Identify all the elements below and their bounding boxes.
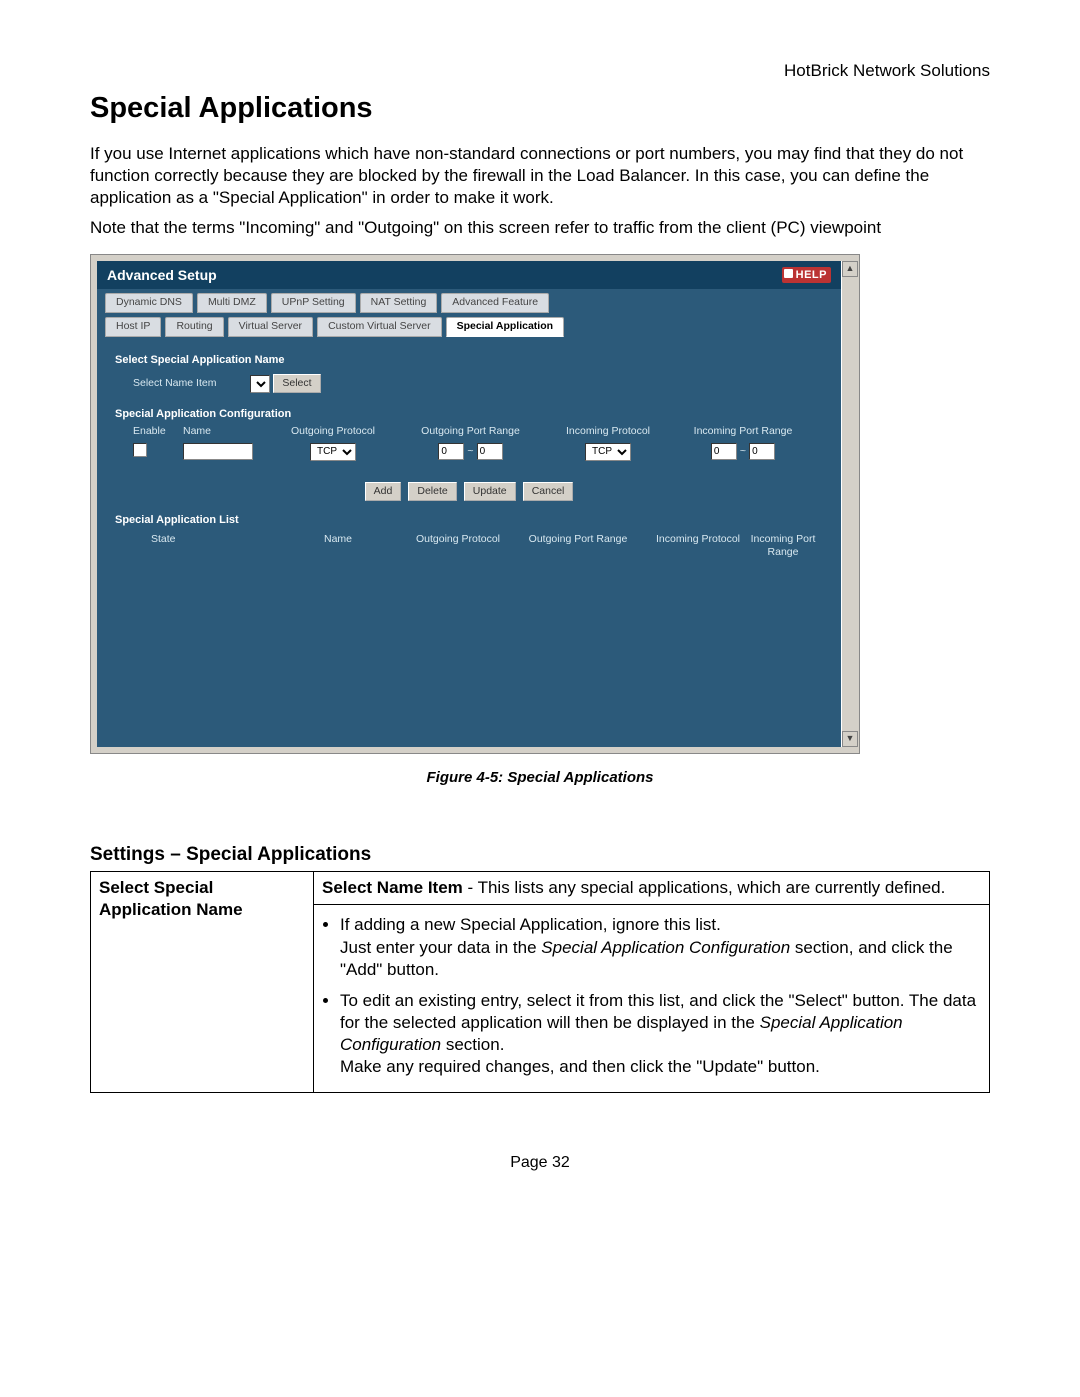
- table-cell-label: Select Special Application Name: [91, 872, 314, 1093]
- col-head-outrange: Outgoing Port Range: [393, 425, 548, 439]
- intro-paragraph-2: Note that the terms "Incoming" and "Outg…: [90, 217, 990, 239]
- tab-nat-setting[interactable]: NAT Setting: [360, 293, 438, 313]
- list-item: To edit an existing entry, select it fro…: [340, 990, 981, 1078]
- list-head-name: Name: [263, 533, 413, 560]
- select-name-label: Select Name Item: [133, 377, 216, 391]
- cancel-button[interactable]: Cancel: [523, 482, 574, 501]
- section-config: Special Application Configuration: [115, 407, 823, 421]
- help-button[interactable]: HELP: [782, 267, 831, 283]
- list-head-inproto: Incoming Protocol: [653, 533, 743, 560]
- name-input[interactable]: [183, 443, 253, 460]
- table-cell-bullets: If adding a new Special Application, ign…: [314, 905, 990, 1093]
- section-select-name: Select Special Application Name: [115, 353, 823, 367]
- select-name-dropdown[interactable]: [250, 375, 270, 393]
- tab-routing[interactable]: Routing: [165, 317, 223, 337]
- tab-virtual-server[interactable]: Virtual Server: [228, 317, 313, 337]
- col-head-enable: Enable: [133, 425, 183, 439]
- figure-caption: Figure 4-5: Special Applications: [90, 768, 990, 788]
- page-number: Page 32: [90, 1153, 990, 1174]
- enable-checkbox[interactable]: [133, 443, 147, 457]
- section-list: Special Application List: [115, 513, 823, 527]
- select-button[interactable]: Select: [273, 374, 320, 393]
- list-head-outproto: Outgoing Protocol: [413, 533, 503, 560]
- tab-host-ip[interactable]: Host IP: [105, 317, 161, 337]
- tab-dynamic-dns[interactable]: Dynamic DNS: [105, 293, 193, 313]
- scrollbar[interactable]: ▲ ▼: [841, 261, 858, 747]
- brand-header: HotBrick Network Solutions: [90, 60, 990, 82]
- col-head-name: Name: [183, 425, 273, 439]
- add-button[interactable]: Add: [365, 482, 402, 501]
- list-head-outrange: Outgoing Port Range: [503, 533, 653, 560]
- tab-custom-virtual-server[interactable]: Custom Virtual Server: [317, 317, 442, 337]
- panel-body: Select Special Application Name Select N…: [97, 337, 841, 568]
- col-head-inrange: Incoming Port Range: [668, 425, 818, 439]
- page-title: Special Applications: [90, 90, 990, 128]
- panel-header: Advanced Setup HELP: [97, 261, 841, 289]
- tab-row-2: Host IP Routing Virtual Server Custom Vi…: [97, 313, 841, 337]
- scroll-down-icon[interactable]: ▼: [842, 731, 858, 747]
- intro-paragraph-1: If you use Internet applications which h…: [90, 143, 990, 209]
- scroll-up-icon[interactable]: ▲: [842, 261, 858, 277]
- table-cell-desc: Select Name Item - This lists any specia…: [314, 872, 990, 905]
- list-item: If adding a new Special Application, ign…: [340, 914, 981, 980]
- outgoing-port-from[interactable]: [438, 443, 464, 460]
- outgoing-port-to[interactable]: [477, 443, 503, 460]
- tab-upnp-setting[interactable]: UPnP Setting: [271, 293, 356, 313]
- settings-table: Select Special Application Name Select N…: [90, 871, 990, 1093]
- settings-subtitle: Settings – Special Applications: [90, 843, 990, 868]
- col-head-outproto: Outgoing Protocol: [273, 425, 393, 439]
- table-row: Select Special Application Name Select N…: [91, 872, 990, 905]
- tab-multi-dmz[interactable]: Multi DMZ: [197, 293, 267, 313]
- incoming-port-from[interactable]: [711, 443, 737, 460]
- button-row: Add Delete Update Cancel: [115, 462, 823, 505]
- tab-special-application[interactable]: Special Application: [446, 317, 564, 337]
- col-head-inproto: Incoming Protocol: [548, 425, 668, 439]
- incoming-port-to[interactable]: [749, 443, 775, 460]
- list-head-state: State: [133, 533, 263, 560]
- delete-button[interactable]: Delete: [408, 482, 456, 501]
- incoming-protocol-select[interactable]: TCP: [585, 443, 631, 461]
- router-screenshot: Advanced Setup HELP Dynamic DNS Multi DM…: [90, 254, 860, 754]
- tab-advanced-feature[interactable]: Advanced Feature: [441, 293, 549, 313]
- tab-row-1: Dynamic DNS Multi DMZ UPnP Setting NAT S…: [97, 289, 841, 313]
- update-button[interactable]: Update: [464, 482, 516, 501]
- list-head-inrange: Incoming Port Range: [743, 533, 823, 560]
- outgoing-protocol-select[interactable]: TCP: [310, 443, 356, 461]
- panel-title: Advanced Setup: [107, 266, 217, 284]
- router-panel: Advanced Setup HELP Dynamic DNS Multi DM…: [97, 261, 841, 747]
